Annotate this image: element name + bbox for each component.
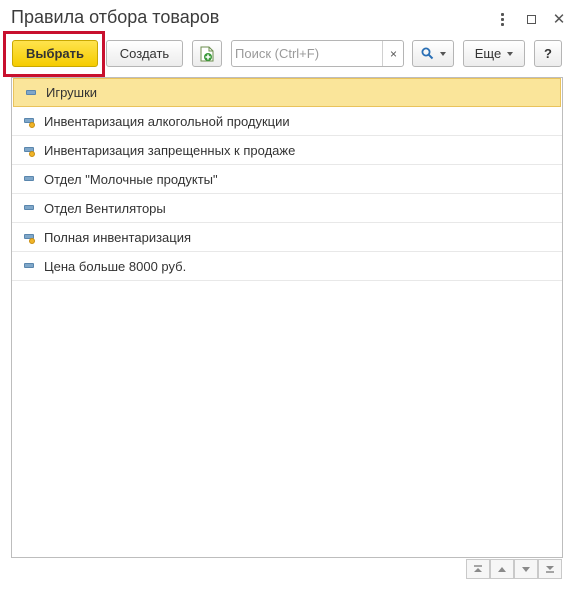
search-input[interactable] [235, 44, 380, 63]
find-button[interactable] [412, 40, 454, 67]
list-item-label: Отдел "Молочные продукты" [44, 171, 218, 187]
list-item[interactable]: Инвентаризация запрещенных к продаже [12, 136, 562, 165]
chevron-down-icon [507, 51, 514, 56]
add-document-icon [200, 46, 214, 61]
scroll-first-button[interactable] [466, 559, 490, 579]
rule-icon [24, 205, 34, 210]
scroll-last-button[interactable] [538, 559, 562, 579]
scroll-to-bottom-icon [546, 566, 554, 573]
rule-icon [24, 176, 34, 181]
list-item[interactable]: Отдел Вентиляторы [12, 194, 562, 223]
chevron-down-icon [439, 51, 446, 56]
list-item[interactable]: Инвентаризация алкогольной продукции [12, 107, 562, 136]
rule-icon [26, 90, 36, 95]
maximize-icon[interactable] [521, 9, 541, 29]
scroll-to-top-icon [474, 565, 482, 572]
more-button[interactable]: Еще [463, 40, 525, 67]
list-item-label: Игрушки [46, 85, 98, 100]
list-item-label: Инвентаризация запрещенных к продаже [44, 142, 296, 158]
arrow-down-icon [522, 566, 530, 572]
copy-button[interactable] [192, 40, 222, 67]
search-icon [421, 47, 433, 60]
rule-icon [24, 263, 34, 268]
list-item-label: Полная инвентаризация [44, 229, 192, 245]
scroll-up-button[interactable] [490, 559, 514, 579]
list-item[interactable]: Полная инвентаризация [12, 223, 562, 252]
close-icon[interactable]: ✕ [549, 9, 569, 29]
rule-marked-icon [24, 118, 35, 128]
rule-marked-icon [24, 147, 35, 157]
arrow-up-icon [498, 566, 506, 572]
more-button-label: Еще [474, 46, 502, 61]
rules-list[interactable]: Игрушки Инвентаризация алкогольной проду… [11, 77, 563, 558]
list-item-label: Цена больше 8000 руб. [44, 258, 187, 274]
list-item[interactable]: Отдел "Молочные продукты" [12, 165, 562, 194]
window-title: Правила отбора товаров [11, 7, 220, 27]
search-field[interactable]: × [231, 40, 404, 67]
select-button[interactable]: Выбрать [12, 40, 98, 67]
more-options-icon[interactable] [492, 9, 512, 29]
rule-marked-icon [24, 234, 35, 244]
help-button[interactable]: ? [534, 40, 562, 67]
clear-search-button[interactable]: × [382, 41, 404, 66]
list-item-label: Отдел Вентиляторы [44, 200, 166, 216]
scroll-down-button[interactable] [514, 559, 538, 579]
create-button[interactable]: Создать [106, 40, 183, 67]
list-item[interactable]: Цена больше 8000 руб. [12, 252, 562, 281]
list-item[interactable]: Игрушки [13, 78, 561, 107]
list-item-label: Инвентаризация алкогольной продукции [44, 113, 290, 129]
